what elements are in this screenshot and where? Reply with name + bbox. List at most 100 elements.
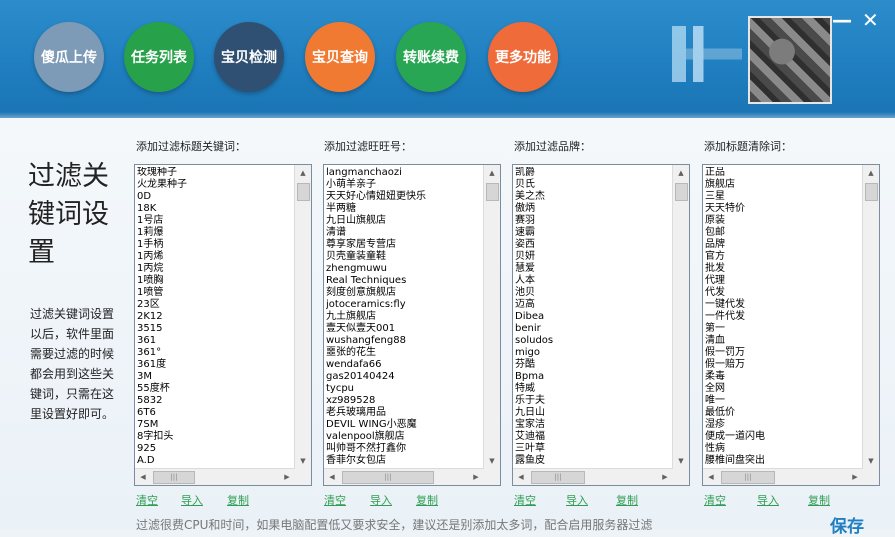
scroll-left-icon[interactable]: ◀ [703,469,719,485]
list-item: 官方 [705,251,725,262]
list-item: 湿疹 [705,419,725,430]
scroll-thumb[interactable] [865,183,878,201]
vertical-scrollbar[interactable]: ▲ ▼ [672,165,689,469]
list-item: gas20140424 [326,371,395,382]
keyword-filter-textarea[interactable]: 玫瑰种子 火龙果种子 0D 18K 1号店 1莉爆 1手柄 1丙烯 1丙烷 1喷胸 1喷管 23区 2K… [134,164,312,486]
list-item: 第一 [705,323,725,334]
copy-button[interactable]: 复制 [227,492,249,508]
vertical-scrollbar[interactable]: ▲ ▼ [294,165,311,469]
import-button[interactable]: 导入 [757,492,779,508]
horizontal-scrollbar[interactable]: ◀ ||| ▶ [513,468,673,485]
list-item: 乐于夫 [515,395,545,406]
nav-button-tasks[interactable]: 任务列表 [124,22,194,92]
scroll-thumb[interactable]: ||| [153,471,195,484]
list-item: 1莉爆 [137,227,164,238]
username-blurred [672,26,742,82]
list-item: 刻度创意旗舰店 [326,287,396,298]
clear-button[interactable]: 清空 [704,492,726,508]
horizontal-scrollbar[interactable]: ◀ ||| ▶ [135,468,295,485]
nav-button-query[interactable]: 宝贝查询 [305,22,375,92]
scroll-up-icon[interactable]: ▲ [295,165,311,181]
list-item: 品牌 [705,239,725,250]
vertical-scrollbar[interactable]: ▲ ▼ [483,165,500,469]
nav-button-detect[interactable]: 宝贝检测 [214,22,284,92]
scroll-right-icon[interactable]: ▶ [657,469,673,485]
scroll-thumb[interactable] [486,183,499,201]
scroll-down-icon[interactable]: ▼ [863,453,879,469]
scroll-right-icon[interactable]: ▶ [279,469,295,485]
import-button[interactable]: 导入 [181,492,203,508]
scroll-left-icon[interactable]: ◀ [324,469,340,485]
clear-button[interactable]: 清空 [324,492,346,508]
brand-filter-list[interactable]: 凯爵 贝氏 美之杰 傲炳 赛羽 速霸 姿西 贝妍 慧爱 人本 池贝 迈高 Dibea benir solud… [515,167,671,467]
list-item: 包邮 [705,227,725,238]
wangwang-filter-textarea[interactable]: langmanchaozi 小萌羊亲子 天天好心情妞妞更快乐 半两糖 九日山旗舰店 清谱尊… [323,164,501,486]
nav-button-upload[interactable]: 傻瓜上传 [34,22,104,92]
list-item: 全网 [705,383,725,394]
save-button[interactable]: 保存 [830,512,864,537]
horizontal-scrollbar[interactable]: ◀ ||| ▶ [703,468,863,485]
close-icon[interactable]: ✕ [862,8,879,32]
scroll-up-icon[interactable]: ▲ [863,165,879,181]
list-item: 叫帅哥不然打鑫你 [326,443,406,454]
scroll-left-icon[interactable]: ◀ [135,469,151,485]
avatar[interactable] [748,16,832,104]
nav-button-more[interactable]: 更多功能 [488,22,558,92]
page-title: 过滤关键词设置 [28,161,109,268]
list-item: 艾迪福 [515,431,545,442]
list-item: DEVIL WING小恶魔 [326,419,417,430]
wangwang-filter-list[interactable]: langmanchaozi 小萌羊亲子 天天好心情妞妞更快乐 半两糖 九日山旗舰店 清谱尊… [326,167,482,467]
brand-filter-textarea[interactable]: 凯爵 贝氏 美之杰 傲炳 赛羽 速霸 姿西 贝妍 慧爱 人本 池贝 迈高 Dibea benir solud… [512,164,690,486]
scroll-thumb[interactable] [675,183,688,201]
scroll-left-icon[interactable]: ◀ [513,469,529,485]
list-item: 旗舰店 [705,179,735,190]
scroll-right-icon[interactable]: ▶ [468,469,484,485]
keyword-filter-label: 添加过滤标题关键词： [136,140,246,153]
list-item: 迈高 [515,299,535,310]
list-item: zhengmuwu [326,263,388,274]
scroll-thumb[interactable]: ||| [721,471,775,484]
clear-button[interactable]: 清空 [136,492,158,508]
brand-filter-label: 添加过滤品牌： [514,140,591,153]
nav-button-renew[interactable]: 转账续费 [396,22,466,92]
title-clear-words-list[interactable]: 正品 旗舰店 三星 天天特价 原装 包邮 品牌 官方 批发 代理 代发 一键代发 一件代发 第一 清血 假一罚… [705,167,861,467]
list-item: 批发 [705,263,725,274]
wangwang-filter-label: 添加过滤旺旺号： [324,140,412,153]
list-item: 宝家洁 [515,419,545,430]
list-item: 18K [137,203,157,214]
scroll-corner [295,469,311,485]
list-item: 便成一道闪电 [705,431,765,442]
list-item: 最低价 [705,407,735,418]
list-item: 贝壳童装童鞋 [326,251,386,262]
nav-label: 任务列表 [131,50,187,66]
title-clear-words-textarea[interactable]: 正品 旗舰店 三星 天天特价 原装 包邮 品牌 官方 批发 代理 代发 一键代发 一件代发 第一 清血 假一罚… [702,164,880,486]
list-item: 露鱼皮 [515,455,545,466]
copy-button[interactable]: 复制 [616,492,638,508]
scroll-thumb[interactable]: ||| [342,471,434,484]
list-item: tycpu [326,383,355,394]
scroll-right-icon[interactable]: ▶ [847,469,863,485]
scroll-down-icon[interactable]: ▼ [484,453,500,469]
import-button[interactable]: 导入 [566,492,588,508]
scroll-thumb[interactable] [297,183,310,201]
list-item: 三叶草 [515,443,545,454]
import-button[interactable]: 导入 [370,492,392,508]
scroll-up-icon[interactable]: ▲ [484,165,500,181]
copy-button[interactable]: 复制 [808,492,830,508]
keyword-filter-list[interactable]: 玫瑰种子 火龙果种子 0D 18K 1号店 1莉爆 1手柄 1丙烯 1丙烷 1喷胸 1喷管 23区 2K… [137,167,293,467]
list-item: 1丙烷 [137,263,164,274]
horizontal-scrollbar[interactable]: ◀ ||| ▶ [324,468,484,485]
scroll-down-icon[interactable]: ▼ [673,453,689,469]
scroll-up-icon[interactable]: ▲ [673,165,689,181]
list-item: 5832 [137,395,163,406]
copy-button[interactable]: 复制 [416,492,438,508]
list-item: 假一赔万 [705,359,745,370]
clear-button[interactable]: 清空 [514,492,536,508]
page-description: 过滤关键词设置以后，软件里面需要过滤的时候都会用到这些关键词，只需在这里设置好即… [30,307,115,421]
scroll-thumb[interactable]: ||| [531,471,585,484]
minimize-icon[interactable]: — [832,8,852,32]
scroll-down-icon[interactable]: ▼ [295,453,311,469]
list-item: 半两糖 [326,203,356,214]
vertical-scrollbar[interactable]: ▲ ▼ [862,165,879,469]
list-item: A.D [137,455,155,466]
